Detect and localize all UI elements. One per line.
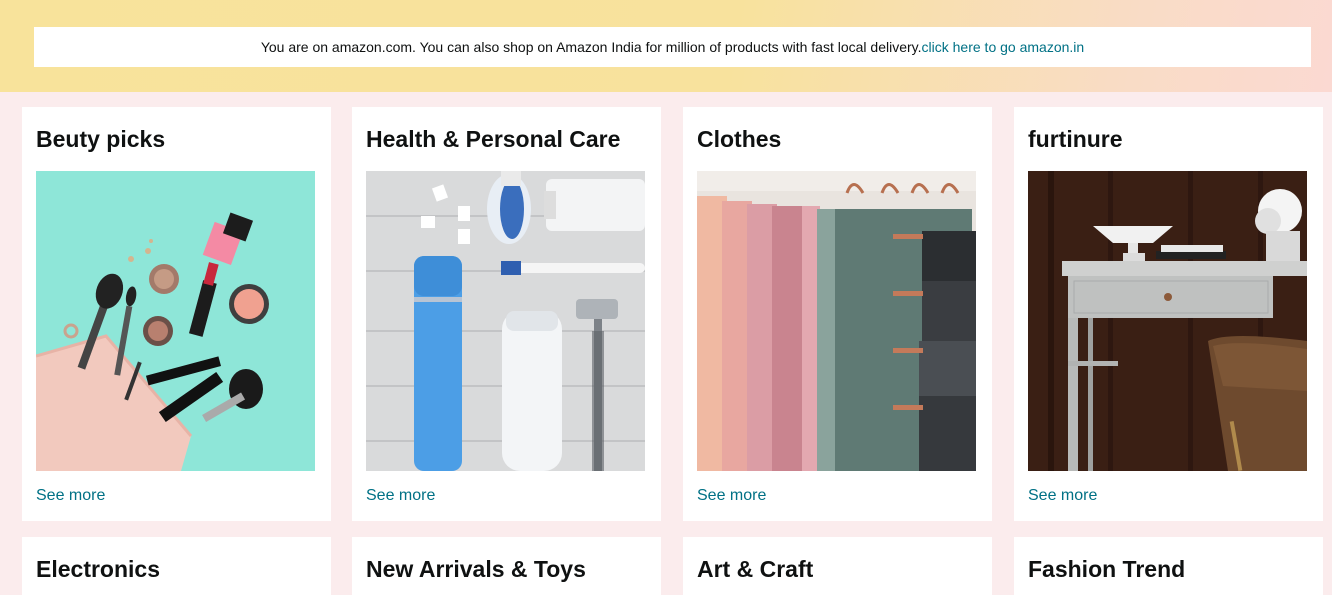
category-card-fashion-trend: Fashion Trend [1014,537,1323,595]
furniture-image[interactable] [1028,171,1307,471]
card-title: Beuty picks [36,126,166,152]
see-more-link[interactable]: See more [366,487,435,505]
category-card-electronics: Electronics [22,537,331,595]
category-card-health: Health & Personal Care See more [352,107,661,521]
card-title: Clothes [697,126,782,152]
clothes-image[interactable] [697,171,976,471]
category-card-new-arrivals: New Arrivals & Toys [352,537,661,595]
card-title: Electronics [36,556,160,582]
card-title: Fashion Trend [1028,556,1186,582]
category-card-clothes: Clothes See more [683,107,992,521]
category-card-beauty: Beuty picks See more [22,107,331,521]
see-more-link[interactable]: See more [36,487,105,505]
category-card-art-craft: Art & Craft [683,537,992,595]
card-title: Health & Personal Care [366,126,621,152]
health-products-image[interactable] [366,171,645,471]
card-title: Art & Craft [697,556,814,582]
card-title: furtinure [1028,126,1123,152]
category-card-furniture: furtinure See more [1014,107,1323,521]
beauty-products-image[interactable] [36,171,315,471]
see-more-link[interactable]: See more [1028,487,1097,505]
card-title: New Arrivals & Toys [366,556,586,582]
see-more-link[interactable]: See more [697,487,766,505]
category-grid: Beuty picks See more Health & Personal C… [0,0,1332,595]
